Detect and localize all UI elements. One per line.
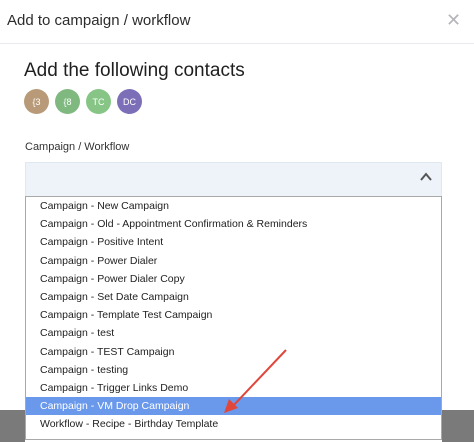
option-item[interactable]: Campaign - test: [26, 324, 441, 342]
modal-header: Add to campaign / workflow ✕: [0, 0, 474, 44]
avatar: TC: [86, 89, 111, 114]
section-heading: Add the following contacts: [24, 60, 245, 81]
option-item[interactable]: Workflow - Recipe - Birthday Template: [26, 415, 441, 433]
option-item[interactable]: Campaign - Power Dialer Copy: [26, 270, 441, 288]
backdrop-overlay: [442, 410, 474, 442]
option-item[interactable]: Campaign - TEST Campaign: [26, 343, 441, 361]
avatar: {3: [24, 89, 49, 114]
option-item[interactable]: Campaign - Positive Intent: [26, 233, 441, 251]
campaign-options-list[interactable]: Campaign - New Campaign Campaign - Old -…: [25, 196, 442, 440]
option-item[interactable]: Campaign - New Campaign: [26, 197, 441, 215]
option-item[interactable]: Campaign - Trigger Links Demo: [26, 379, 441, 397]
modal-title: Add to campaign / workflow: [7, 12, 191, 29]
contact-avatars: {3 {8 TC DC: [24, 89, 142, 114]
add-to-campaign-modal: Add to campaign / workflow ✕ Add the fol…: [0, 0, 474, 442]
chevron-up-icon[interactable]: [419, 170, 433, 184]
campaign-workflow-label: Campaign / Workflow: [25, 141, 130, 153]
campaign-workflow-select[interactable]: [25, 162, 442, 196]
option-item[interactable]: Campaign - Set Date Campaign: [26, 288, 441, 306]
option-item[interactable]: Campaign - Template Test Campaign: [26, 306, 441, 324]
option-item[interactable]: Campaign - testing: [26, 361, 441, 379]
avatar: DC: [117, 89, 142, 114]
avatar: {8: [55, 89, 80, 114]
option-item[interactable]: Campaign - Old - Appointment Confirmatio…: [26, 215, 441, 233]
backdrop-overlay: [0, 410, 25, 442]
option-item-selected[interactable]: Campaign - VM Drop Campaign: [26, 397, 441, 416]
close-icon[interactable]: ✕: [446, 10, 461, 30]
option-item[interactable]: Campaign - Power Dialer: [26, 252, 441, 270]
